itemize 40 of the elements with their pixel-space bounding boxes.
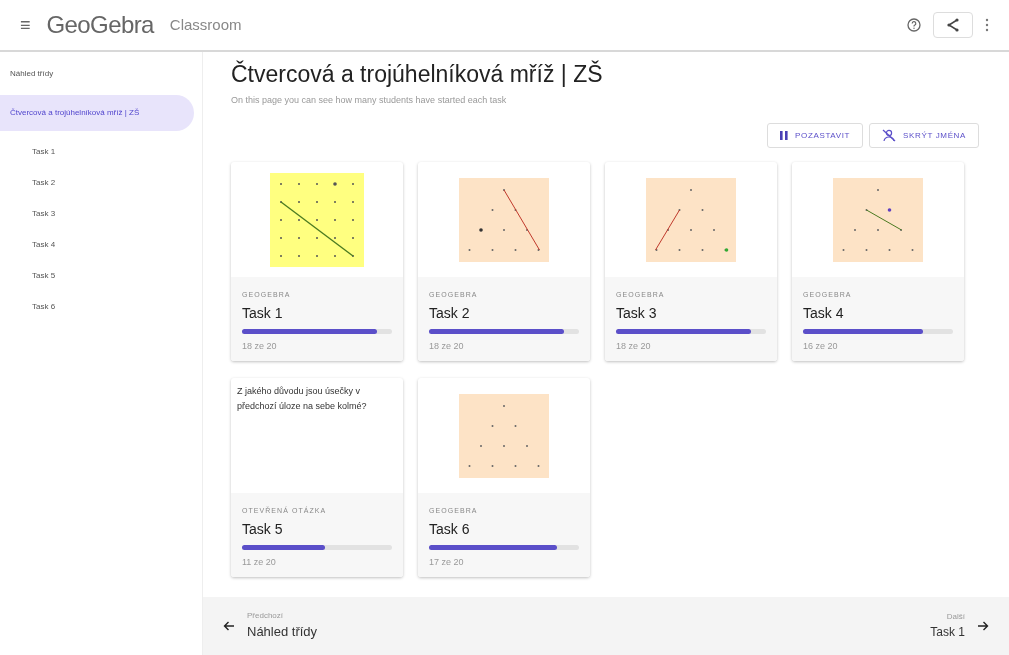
question-text: Z jakého důvodu jsou úsečky v předchozí úloze na sebe kolmé? — [237, 385, 368, 414]
product-name: Classroom — [169, 14, 242, 35]
sidebar-item[interactable]: Task 3 — [0, 204, 194, 224]
progress-count: 18 ze 20 — [242, 339, 278, 353]
hide-names-button[interactable]: SKRÝT JMÉNA — [869, 123, 979, 149]
page-subtitle: On this page you can see how many students have started each task — [231, 93, 508, 107]
pause-icon — [780, 131, 789, 141]
task-title: Task 4 — [803, 303, 845, 323]
page-title: Čtvercová a trojúhelníková mříž | ZŠ — [231, 60, 604, 89]
previous-link[interactable]: Náhled třídy — [247, 622, 318, 642]
sidebar-item[interactable]: Task 6 — [0, 297, 194, 317]
forward-arrow-icon[interactable] — [977, 620, 989, 633]
progress-count: 18 ze 20 — [429, 339, 465, 353]
next-link[interactable]: Task 1 — [930, 623, 965, 642]
help-icon[interactable] — [907, 18, 921, 32]
task-title: Task 6 — [429, 519, 471, 539]
sidebar-item[interactable]: Task 5 — [0, 266, 194, 286]
progress-count: 16 ze 20 — [803, 339, 839, 353]
menu-icon[interactable]: ≡ — [20, 11, 31, 39]
logo: GeoGebra — [46, 10, 154, 40]
task-title: Task 5 — [242, 519, 284, 539]
task-title: Task 1 — [242, 303, 284, 323]
task-title: Task 3 — [616, 303, 658, 323]
share-button[interactable] — [933, 12, 973, 38]
sidebar-item[interactable]: Náhled třídy — [0, 64, 194, 84]
next-label: Další — [946, 611, 965, 624]
back-arrow-icon[interactable] — [223, 620, 235, 633]
task-title: Task 2 — [429, 303, 471, 323]
sidebar-item[interactable]: Čtvercová a trojúhelníková mříž | ZŠ — [0, 95, 194, 131]
more-icon[interactable] — [985, 18, 989, 32]
previous-label: Předchozí — [247, 610, 285, 623]
sidebar-item[interactable]: Task 2 — [0, 173, 194, 193]
sidebar-item[interactable]: Task 4 — [0, 235, 194, 255]
progress-count: 11 ze 20 — [242, 555, 277, 569]
progress-count: 17 ze 20 — [429, 555, 465, 569]
pause-button[interactable]: POZASTAVIT — [767, 123, 864, 149]
progress-count: 18 ze 20 — [616, 339, 652, 353]
hidden-person-icon — [882, 129, 897, 143]
sidebar-item[interactable]: Task 1 — [0, 142, 194, 162]
share-icon — [946, 18, 960, 32]
